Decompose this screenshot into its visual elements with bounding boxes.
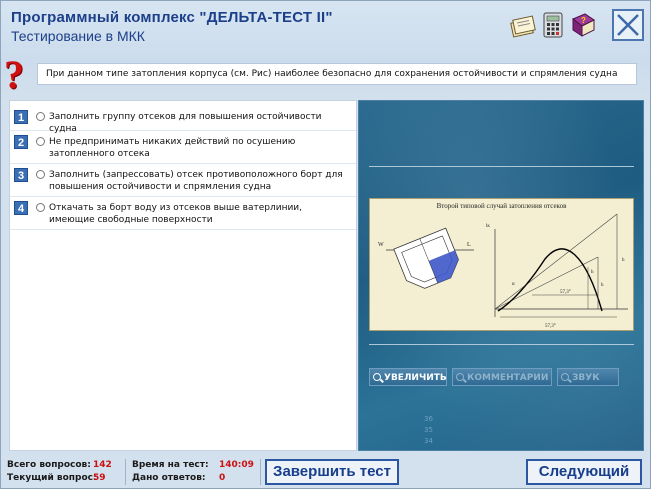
test-time-value: 140:09 bbox=[219, 460, 254, 470]
status-bar: Всего вопросов: 142 Текущий вопрос: 59 В… bbox=[1, 454, 650, 488]
current-question-value: 59 bbox=[93, 473, 106, 483]
notebook-icon[interactable] bbox=[509, 11, 537, 39]
app-window: Программный комплекс "ДЕЛЬТА-ТЕСТ II" Те… bbox=[0, 0, 651, 489]
answers-list: 1 Заполнить группу отсеков для повышения… bbox=[9, 100, 357, 451]
svg-text:lк: lк bbox=[486, 224, 490, 229]
svg-text:57,3°: 57,3° bbox=[545, 324, 556, 329]
answer-number: 1 bbox=[14, 110, 28, 124]
magnifier-icon bbox=[561, 373, 569, 381]
comment-button[interactable]: КОММЕНТАРИИ bbox=[452, 368, 552, 386]
answer-option-2[interactable]: 2 Не предпринимать никаких действий по о… bbox=[10, 132, 356, 164]
calculator-icon[interactable] bbox=[539, 11, 567, 39]
background-number: 35 bbox=[424, 426, 433, 434]
answer-number: 3 bbox=[14, 168, 28, 182]
background-number: 34 bbox=[424, 437, 433, 445]
test-time-label: Время на тест: bbox=[132, 460, 209, 470]
app-subtitle: Тестирование в МКК bbox=[11, 28, 145, 44]
answer-radio[interactable] bbox=[36, 112, 45, 121]
label-w: W bbox=[378, 242, 384, 248]
magnifier-icon bbox=[456, 373, 464, 381]
svg-text:h: h bbox=[601, 283, 604, 288]
zoom-button[interactable]: УВЕЛИЧИТЬ bbox=[369, 368, 447, 386]
svg-text:α: α bbox=[512, 282, 515, 287]
next-button[interactable]: Следующий bbox=[526, 459, 642, 485]
separator bbox=[260, 459, 261, 485]
current-question-label: Текущий вопрос: bbox=[7, 473, 97, 483]
magnifier-icon bbox=[373, 373, 381, 381]
illustration-panel: Второй типовой случай затопления отсеков… bbox=[358, 100, 644, 451]
help-book-icon[interactable]: ? bbox=[569, 11, 597, 39]
answer-option-4[interactable]: 4 Откачать за борт воду из отсеков выше … bbox=[10, 198, 356, 230]
close-button[interactable] bbox=[612, 9, 644, 41]
total-questions-label: Всего вопросов: bbox=[7, 460, 91, 470]
question-mark-icon: ? bbox=[4, 52, 24, 97]
answer-option-3[interactable]: 3 Заполнить (запрессовать) отсек противо… bbox=[10, 165, 356, 197]
separator bbox=[125, 459, 126, 485]
answer-text: Откачать за борт воду из отсеков выше ва… bbox=[49, 203, 303, 225]
svg-text:?: ? bbox=[581, 16, 586, 25]
total-questions-value: 142 bbox=[93, 460, 112, 470]
answer-text: Не предпринимать никаких действий по осу… bbox=[49, 137, 296, 159]
label-l: L bbox=[467, 242, 471, 248]
answer-text: Заполнить (запрессовать) отсек противопо… bbox=[49, 170, 343, 192]
answer-radio[interactable] bbox=[36, 203, 45, 212]
answer-option-1[interactable]: 1 Заполнить группу отсеков для повышения… bbox=[10, 107, 356, 134]
finish-test-button[interactable]: Завершить тест bbox=[265, 459, 399, 485]
app-title: Программный комплекс "ДЕЛЬТА-ТЕСТ II" bbox=[11, 9, 333, 26]
divider-line bbox=[369, 166, 634, 167]
answer-radio[interactable] bbox=[36, 170, 45, 179]
answer-radio[interactable] bbox=[36, 137, 45, 146]
answers-given-value: 0 bbox=[219, 473, 226, 483]
diagram-drawing: W L lк h h h α 57,3° 57,3° bbox=[378, 213, 628, 329]
question-text: При данном типе затопления корпуса (см. … bbox=[37, 63, 637, 85]
answer-number: 2 bbox=[14, 135, 28, 149]
close-icon bbox=[617, 14, 639, 36]
answer-number: 4 bbox=[14, 201, 28, 215]
svg-text:h: h bbox=[591, 270, 594, 275]
svg-text:57,3°: 57,3° bbox=[560, 290, 571, 295]
divider-line bbox=[369, 344, 634, 345]
answers-given-label: Дано ответов: bbox=[132, 473, 206, 483]
svg-text:h: h bbox=[622, 258, 625, 263]
flooding-diagram[interactable]: Второй типовой случай затопления отсеков… bbox=[369, 198, 634, 331]
sound-button[interactable]: ЗВУК bbox=[557, 368, 619, 386]
background-number: 36 bbox=[424, 415, 433, 423]
